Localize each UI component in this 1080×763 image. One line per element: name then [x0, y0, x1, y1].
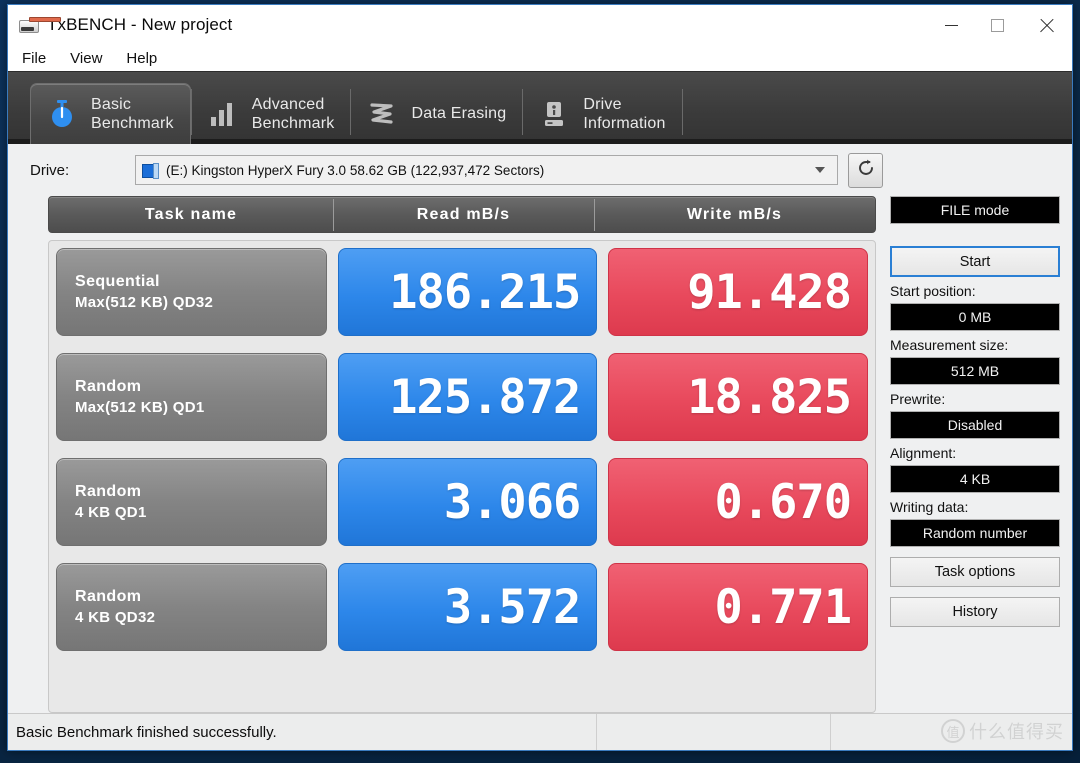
table-body: Sequential Max(512 KB) QD32 186.215 91.4…	[48, 240, 876, 713]
read-value: 3.572	[337, 563, 598, 651]
menu-item-file[interactable]: File	[22, 50, 46, 67]
measurement-size-value[interactable]: 512 MB	[890, 357, 1060, 385]
measurement-size-label: Measurement size:	[890, 337, 1009, 353]
minimize-button[interactable]	[928, 5, 974, 45]
task-name-cell[interactable]: Random 4 KB QD1	[56, 458, 327, 546]
start-position-value[interactable]: 0 MB	[890, 303, 1060, 331]
stopwatch-icon	[45, 97, 79, 131]
tab-label-drive-information: Drive Information	[583, 95, 666, 132]
benchmark-panel: Task name Read mB/s Write mB/s Sequentia…	[48, 196, 876, 713]
table-row: Random Max(512 KB) QD1 125.872 18.825	[56, 353, 869, 441]
prewrite-value[interactable]: Disabled	[890, 411, 1060, 439]
bar-chart-icon	[206, 97, 240, 131]
table-row: Sequential Max(512 KB) QD32 186.215 91.4…	[56, 248, 869, 336]
file-mode-button[interactable]: FILE mode	[890, 196, 1060, 224]
status-cell-2	[596, 714, 830, 750]
refresh-icon	[856, 158, 876, 183]
tab-label-data-erasing: Data Erasing	[411, 105, 507, 122]
writing-data-label: Writing data:	[890, 499, 969, 515]
prewrite-label: Prewrite:	[890, 391, 946, 407]
scribble-erase-icon	[365, 97, 399, 131]
watermark-text: 什么值得买	[969, 722, 1064, 743]
status-bar: Basic Benchmark finished successfully. 值…	[8, 713, 1072, 750]
tab-divider	[681, 89, 683, 135]
table-header: Task name Read mB/s Write mB/s	[48, 196, 876, 233]
task-options-button[interactable]: Task options	[890, 557, 1060, 587]
tab-strip: Basic Benchmark Advanced Benchmark Data …	[8, 71, 1072, 144]
start-position-label: Start position:	[890, 283, 976, 299]
task-name-line1: Sequential	[75, 273, 160, 290]
read-value: 3.066	[337, 458, 598, 546]
column-header-read: Read mB/s	[333, 198, 594, 231]
read-value: 186.215	[337, 248, 598, 336]
write-value: 0.771	[608, 563, 869, 651]
close-button[interactable]	[1020, 5, 1072, 45]
tab-label-advanced-benchmark: Advanced Benchmark	[251, 95, 335, 132]
tab-data-erasing[interactable]: Data Erasing	[351, 83, 522, 144]
watermark: 值 什么值得买	[941, 718, 1064, 744]
task-name-line2: Max(512 KB) QD1	[75, 399, 205, 416]
task-name-cell[interactable]: Random Max(512 KB) QD1	[56, 353, 327, 441]
tab-advanced-benchmark[interactable]: Advanced Benchmark	[192, 83, 351, 144]
content-area: Drive: (E:) Kingston HyperX Fury 3.0 58.…	[8, 144, 1072, 750]
task-name-line2: Max(512 KB) QD32	[75, 294, 214, 311]
maximize-button[interactable]	[974, 5, 1020, 45]
task-name-line1: Random	[75, 483, 142, 500]
writing-data-value[interactable]: Random number	[890, 519, 1060, 547]
drive-info-icon	[537, 97, 571, 131]
tab-label-basic-benchmark: Basic Benchmark	[91, 96, 174, 132]
txbench-window: TxBENCH - New project File View Help Bas…	[7, 4, 1073, 751]
table-row: Random 4 KB QD32 3.572 0.771	[56, 563, 869, 651]
chevron-down-icon	[815, 167, 825, 173]
read-value: 125.872	[337, 353, 598, 441]
tab-basic-benchmark[interactable]: Basic Benchmark	[30, 83, 191, 144]
window-title: TxBENCH - New project	[47, 15, 233, 34]
start-button[interactable]: Start	[890, 246, 1060, 277]
menu-item-help[interactable]: Help	[126, 50, 157, 67]
write-value: 91.428	[608, 248, 869, 336]
disk-drive-icon	[142, 162, 159, 179]
write-value: 0.670	[608, 458, 869, 546]
task-name-line2: 4 KB QD1	[75, 504, 147, 521]
options-sidebar: FILE mode Start Start position: 0 MB Mea…	[876, 196, 1072, 713]
drive-selector-row: Drive: (E:) Kingston HyperX Fury 3.0 58.…	[8, 144, 1072, 196]
alignment-value[interactable]: 4 KB	[890, 465, 1060, 493]
app-icon	[18, 15, 61, 35]
history-button[interactable]: History	[890, 597, 1060, 627]
title-bar: TxBENCH - New project	[8, 5, 1072, 45]
table-row: Random 4 KB QD1 3.066 0.670	[56, 458, 869, 546]
drive-label: Drive:	[30, 161, 70, 179]
alignment-label: Alignment:	[890, 445, 957, 461]
menu-bar: File View Help	[8, 45, 1072, 71]
tab-drive-information[interactable]: Drive Information	[523, 83, 681, 144]
task-name-line1: Random	[75, 378, 142, 395]
column-header-write: Write mB/s	[594, 198, 875, 231]
write-value: 18.825	[608, 353, 869, 441]
window-controls	[928, 5, 1072, 45]
task-name-cell[interactable]: Random 4 KB QD32	[56, 563, 327, 651]
drive-select[interactable]: (E:) Kingston HyperX Fury 3.0 58.62 GB (…	[135, 155, 838, 185]
column-header-task-name: Task name	[144, 205, 238, 223]
status-message: Basic Benchmark finished successfully.	[16, 723, 277, 741]
refresh-button[interactable]	[848, 152, 883, 188]
main-split: Task name Read mB/s Write mB/s Sequentia…	[8, 196, 1072, 713]
task-name-line1: Random	[75, 588, 142, 605]
menu-item-view[interactable]: View	[70, 50, 102, 67]
task-name-cell[interactable]: Sequential Max(512 KB) QD32	[56, 248, 327, 336]
drive-selected-value: (E:) Kingston HyperX Fury 3.0 58.62 GB (…	[166, 162, 545, 178]
task-name-line2: 4 KB QD32	[75, 609, 156, 626]
watermark-badge: 值	[941, 719, 965, 743]
